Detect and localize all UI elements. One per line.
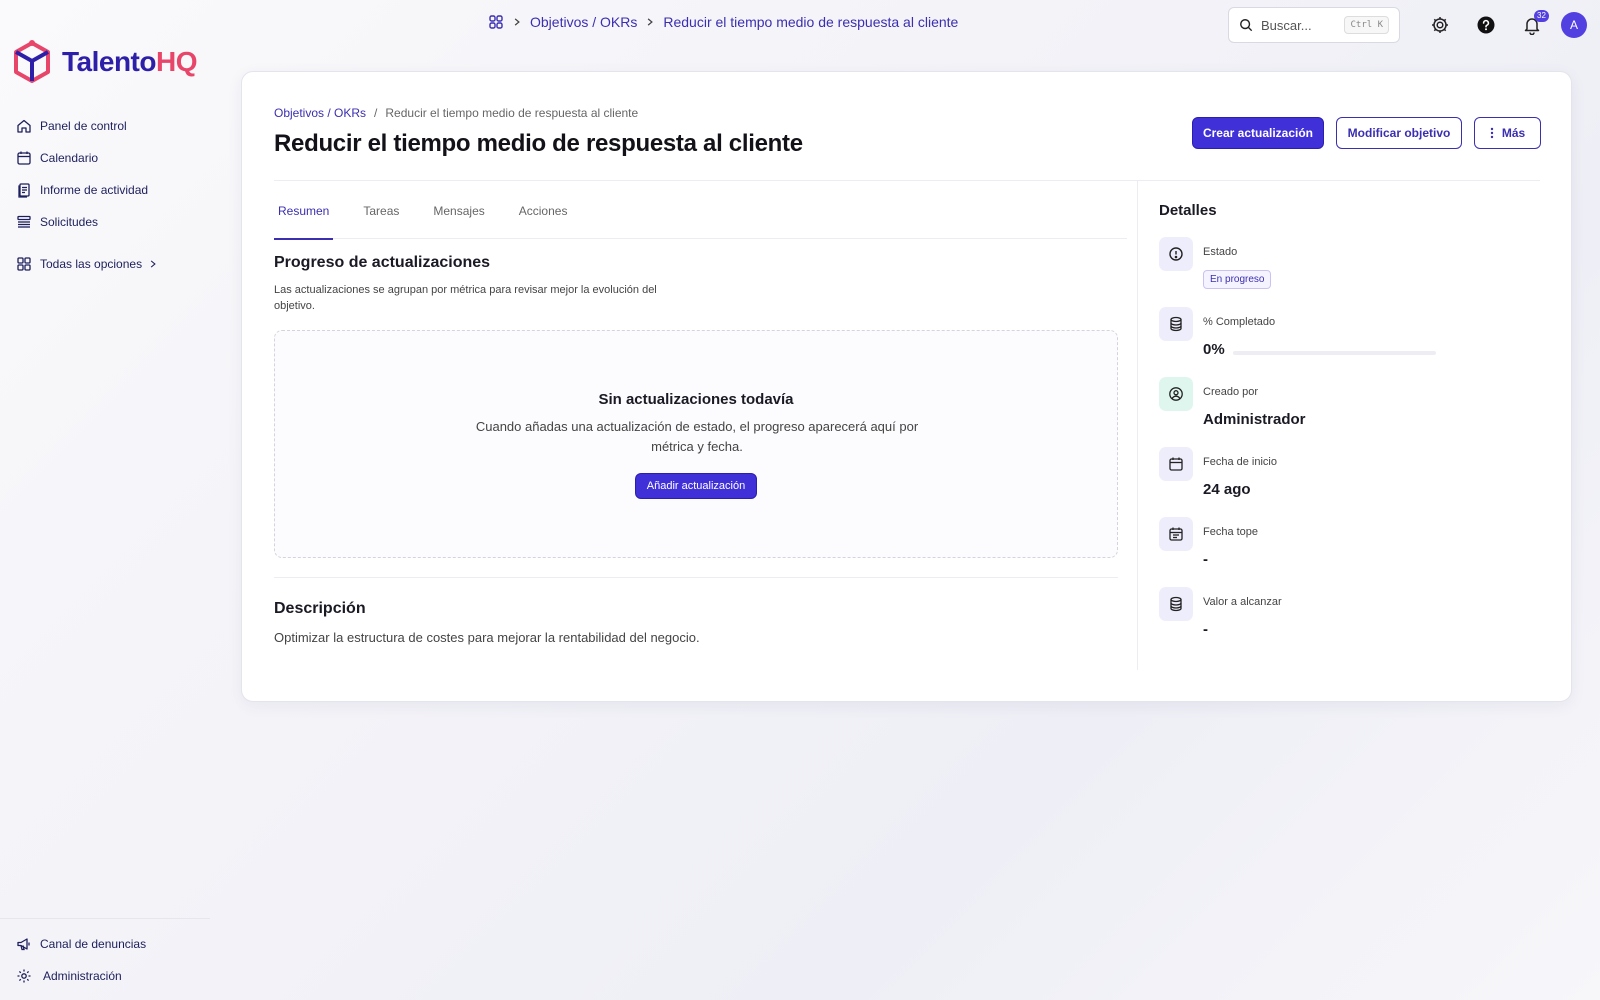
detail-label: % Completado	[1203, 316, 1276, 328]
tab-acciones[interactable]: Acciones	[515, 193, 572, 239]
more-button[interactable]: Más	[1474, 117, 1541, 149]
sidebar-item-requests[interactable]: Solicitudes	[16, 206, 206, 238]
gear-icon	[17, 969, 31, 983]
apps-icon[interactable]	[488, 14, 504, 30]
chevron-right-icon	[648, 18, 654, 26]
sidebar-item-label: Canal de denuncias	[40, 937, 147, 951]
objective-card: Objetivos / OKRs / Reducir el tiempo med…	[241, 71, 1572, 702]
settings-button[interactable]	[1428, 13, 1452, 37]
report-icon	[18, 183, 30, 198]
sidebar-item-panel[interactable]: Panel de control	[16, 110, 206, 142]
database-icon	[1159, 587, 1193, 621]
start-date-value: 24 ago	[1203, 481, 1251, 498]
section-divider	[274, 577, 1118, 578]
sidebar-bottom-nav: Canal de denuncias Administración	[16, 928, 206, 992]
database-icon	[1159, 307, 1193, 341]
notifications-badge: 32	[1534, 10, 1549, 22]
detail-label: Fecha tope	[1203, 526, 1259, 538]
completed-value: 0%	[1203, 341, 1225, 358]
sidebar-item-label: Calendario	[40, 151, 99, 165]
detail-label: Estado	[1203, 246, 1238, 258]
description-section-title: Descripción	[274, 600, 366, 617]
detail-label: Fecha de inicio	[1203, 456, 1277, 468]
list-icon	[17, 215, 31, 228]
search-shortcut: Ctrl K	[1344, 16, 1389, 34]
megaphone-icon	[17, 938, 30, 951]
search-placeholder: Buscar...	[1261, 17, 1312, 33]
target-value: -	[1203, 621, 1208, 638]
completion-progress-bar	[1233, 351, 1436, 355]
kebab-icon	[1490, 127, 1494, 139]
breadcrumb-link-okrs[interactable]: Objetivos / OKRs	[274, 106, 366, 120]
sidebar-item-label: Solicitudes	[40, 215, 99, 229]
page-title: Reducir el tiempo medio de respuesta al …	[274, 130, 803, 157]
sidebar-item-label: Todas las opciones	[40, 257, 143, 271]
cube-logo-icon	[14, 40, 50, 83]
status-icon	[1159, 237, 1193, 271]
brand-name: TalentoHQ	[62, 46, 197, 77]
tab-bar: Resumen Tareas Mensajes Acciones	[274, 193, 1127, 240]
header-divider	[274, 180, 1540, 181]
calendar-icon	[17, 151, 31, 165]
search-bar[interactable]: Buscar... Ctrl K	[1228, 7, 1400, 43]
user-circle-icon	[1159, 377, 1193, 411]
avatar[interactable]: A	[1561, 12, 1587, 38]
modify-objective-button[interactable]: Modificar objetivo	[1336, 117, 1462, 149]
help-icon	[1477, 16, 1495, 34]
chevron-right-icon	[514, 18, 520, 26]
column-divider	[1137, 180, 1138, 670]
detail-label: Valor a alcanzar	[1203, 596, 1282, 608]
calendar-icon	[1159, 447, 1193, 481]
notifications-button[interactable]: 32	[1520, 10, 1549, 37]
tab-mensajes[interactable]: Mensajes	[429, 193, 488, 239]
sidebar-item-label: Informe de actividad	[40, 183, 149, 197]
gear-icon	[1432, 17, 1448, 33]
more-label: Más	[1501, 126, 1526, 140]
status-badge: En progreso	[1203, 270, 1272, 289]
top-breadcrumb: Objetivos / OKRs Reducir el tiempo medio…	[488, 14, 958, 30]
add-update-button[interactable]: Añadir actualización	[635, 473, 757, 499]
empty-state: Sin actualizaciones todavía Cuando añada…	[274, 330, 1118, 558]
empty-state-description: Cuando añadas una actualización de estad…	[475, 419, 919, 454]
breadcrumb-separator: /	[374, 106, 378, 120]
empty-state-title: Sin actualizaciones todavía	[598, 391, 794, 408]
chevron-right-icon	[150, 260, 156, 268]
description-text: Optimizar la estructura de costes para m…	[274, 630, 700, 645]
calendar-due-icon	[1159, 517, 1193, 551]
progress-section-title: Progreso de actualizaciones	[274, 254, 491, 271]
tab-resumen[interactable]: Resumen	[274, 193, 334, 240]
breadcrumb-current[interactable]: Reducir el tiempo medio de respuesta al …	[663, 14, 958, 30]
brand-logo[interactable]: TalentoHQ	[12, 40, 197, 84]
breadcrumb-current: Reducir el tiempo medio de respuesta al …	[385, 106, 639, 120]
sidebar-nav: Panel de control Calendario Informe de a…	[16, 110, 206, 280]
created-by-value: Administrador	[1203, 411, 1306, 428]
grid-icon	[17, 257, 31, 271]
sidebar-item-activity-report[interactable]: Informe de actividad	[16, 174, 206, 206]
sidebar-item-label: Panel de control	[40, 119, 127, 133]
progress-section-description: Las actualizaciones se agrupan por métri…	[274, 284, 657, 312]
home-icon	[17, 119, 31, 133]
help-button[interactable]	[1474, 13, 1498, 37]
sidebar-item-all-options[interactable]: Todas las opciones	[16, 248, 206, 280]
sidebar-item-label: Administración	[43, 969, 122, 983]
sidebar-item-whistleblower[interactable]: Canal de denuncias	[16, 928, 206, 960]
sidebar: TalentoHQ Panel de control Calendario In…	[0, 0, 210, 1000]
tab-tareas[interactable]: Tareas	[359, 193, 403, 239]
create-update-button[interactable]: Crear actualización	[1192, 117, 1324, 149]
sidebar-item-administration[interactable]: Administración	[16, 960, 206, 992]
sidebar-divider	[0, 918, 210, 919]
details-title: Detalles	[1159, 202, 1217, 219]
search-icon	[1240, 19, 1253, 32]
sidebar-item-calendar[interactable]: Calendario	[16, 142, 206, 174]
breadcrumb: Objetivos / OKRs / Reducir el tiempo med…	[274, 106, 638, 120]
breadcrumb-link-okrs[interactable]: Objetivos / OKRs	[530, 14, 637, 30]
detail-label: Creado por	[1203, 386, 1259, 398]
due-date-value: -	[1203, 551, 1208, 568]
